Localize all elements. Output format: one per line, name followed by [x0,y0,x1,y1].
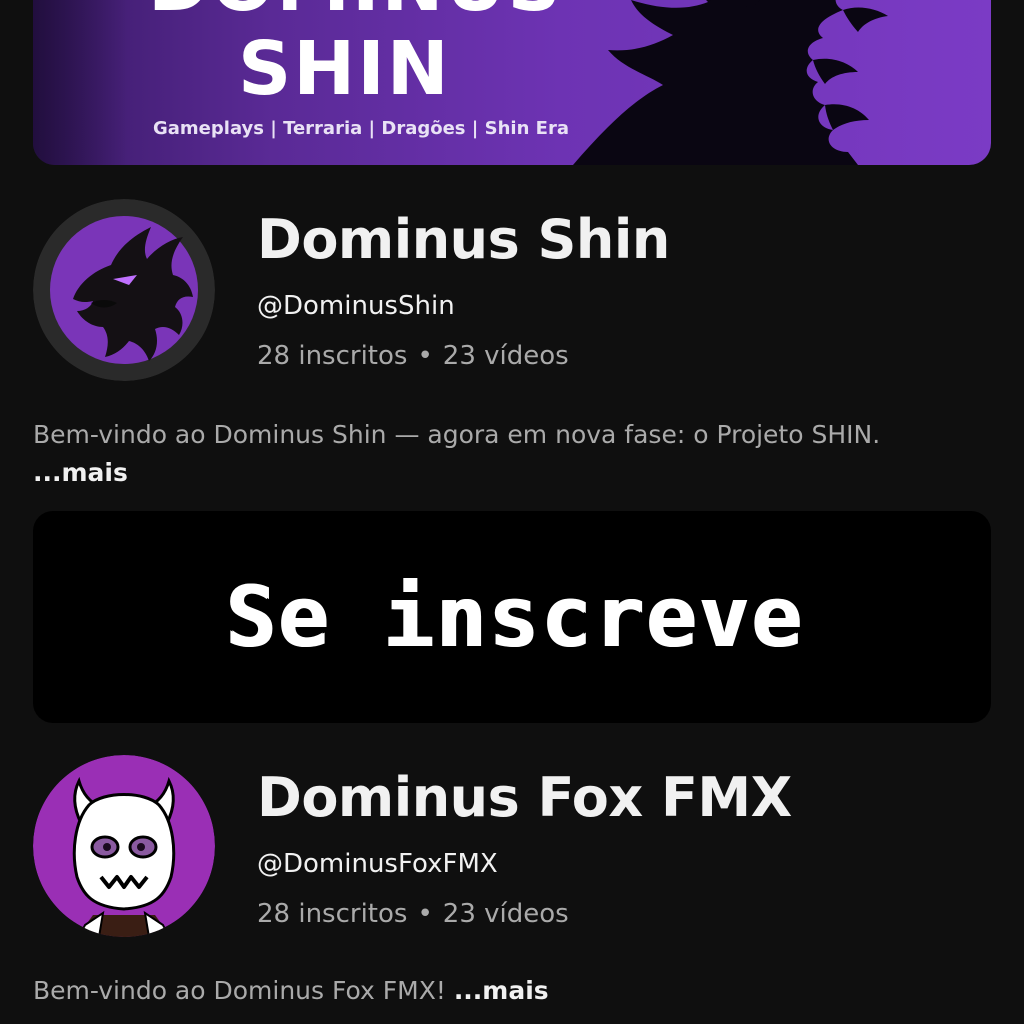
channel-banner[interactable]: DOMINUS SHIN Gameplays | Terraria | Drag… [33,0,991,165]
video-count: 23 vídeos [442,899,569,929]
channel-avatar-dominus-shin[interactable] [33,199,215,381]
video-count: 23 vídeos [442,341,569,371]
stats-separator: • [417,899,433,929]
channel-description[interactable]: Bem-vindo ao Dominus Fox FMX! ...mais [33,976,549,1005]
horned-mask-icon [33,755,215,937]
promo-text: Se inscreve [224,568,804,666]
banner-shade [33,0,128,165]
channel-avatar-dominus-fox-fmx[interactable] [33,755,215,937]
banner-subtitle: Gameplays | Terraria | Dragões | Shin Er… [153,118,569,139]
channel-stats: 28 inscritos • 23 vídeos [257,899,569,929]
subscriber-count: 28 inscritos [257,899,408,929]
channel-handle: @DominusFoxFMX [257,849,498,879]
black-dragon-icon [33,199,215,381]
subscribe-promo-banner[interactable]: Se inscreve [33,511,991,723]
more-link[interactable]: ...mais [33,458,128,487]
more-link[interactable]: ...mais [454,976,549,1005]
channel-description-text: Bem-vindo ao Dominus Fox FMX! [33,976,446,1005]
banner-title-line1: DOMINUS [148,0,563,28]
dragon-silhouette-icon [573,0,888,165]
banner-title-line2: SHIN [238,26,451,112]
channel-handle: @DominusShin [257,291,455,321]
channel-description[interactable]: Bem-vindo ao Dominus Shin — agora em nov… [33,420,880,449]
channel-name[interactable]: Dominus Shin [257,208,670,271]
stats-separator: • [417,341,433,371]
channel-stats: 28 inscritos • 23 vídeos [257,341,569,371]
channel-name[interactable]: Dominus Fox FMX [257,766,792,829]
subscriber-count: 28 inscritos [257,341,408,371]
